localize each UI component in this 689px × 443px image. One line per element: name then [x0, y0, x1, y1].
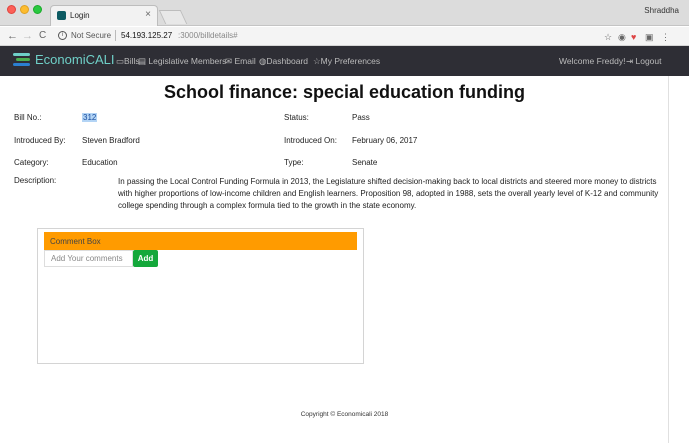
back-arrow-icon[interactable]: ← [7, 29, 18, 43]
comment-box-title: Comment Box [50, 237, 101, 246]
type-value: Senate [352, 158, 378, 167]
forward-arrow-icon[interactable]: → [22, 29, 33, 43]
type-label: Type: [284, 158, 304, 167]
url-host: 54.193.125.27 [121, 31, 173, 40]
page-title: School finance: special education fundin… [163, 82, 526, 102]
url-path: :3000/billdetails# [178, 31, 238, 40]
bills-icon: ▭ [116, 56, 125, 66]
browser-tab-login[interactable]: Login × [50, 5, 158, 26]
bill-no-label: Bill No.: [14, 113, 42, 122]
comment-panel: Comment Box Add [37, 228, 364, 364]
logout-label: Logout [635, 56, 662, 66]
description-text: In passing the Local Control Funding For… [118, 177, 659, 210]
not-secure-label: Not Secure [71, 31, 112, 40]
nav-legislative-members[interactable]: ▤ Legislative Members [138, 56, 226, 67]
category-value: Education [82, 158, 118, 167]
nav-email[interactable]: ✉ Email [225, 56, 256, 67]
introduced-by-value: Steven Bradford [82, 136, 140, 145]
comment-box-header: Comment Box [44, 232, 357, 250]
comment-input[interactable] [44, 250, 133, 267]
members-icon: ▤ [138, 56, 147, 66]
status-label: Status: [284, 113, 309, 122]
address-bar[interactable]: i Not Secure 54.193.125.27 :3000/billdet… [55, 29, 683, 44]
nav-dashboard-label: Dashboard [266, 56, 309, 66]
category-label: Category: [14, 158, 49, 167]
brand-name: EconomiCALI [35, 52, 115, 67]
nav-preferences-label: My Preferences [320, 56, 381, 66]
nav-members-label: Legislative Members [148, 56, 227, 66]
logout-icon: ⇥ [626, 56, 634, 66]
info-icon[interactable]: i [58, 31, 67, 40]
nav-bills[interactable]: ▭Bills [116, 56, 140, 67]
nav-email-label: Email [234, 56, 256, 66]
browser-titlebar: Login × Shraddha [0, 0, 689, 26]
status-value: Pass [352, 113, 370, 122]
tab-title: Login [70, 11, 90, 20]
welcome-message: Welcome Freddy! [559, 56, 626, 66]
browser-menu-icon[interactable]: ⋮ [661, 32, 670, 43]
maximize-window-button[interactable] [33, 5, 42, 14]
new-tab-button[interactable] [158, 10, 188, 24]
page-edge-divider [668, 76, 669, 443]
cast-icon[interactable]: ▣ [645, 32, 654, 43]
email-icon: ✉ [225, 56, 233, 66]
tab-close-icon[interactable]: × [145, 9, 151, 20]
description-label: Description: [14, 176, 57, 185]
browser-toolbar: ← → C i Not Secure 54.193.125.27 :3000/b… [0, 27, 689, 46]
footer-copyright: Copyright © Economicali 2018 [300, 411, 389, 418]
minimize-window-button[interactable] [20, 5, 29, 14]
introduced-on-label: Introduced On: [284, 136, 337, 145]
add-comment-button[interactable]: Add [133, 250, 158, 267]
close-window-button[interactable] [7, 5, 16, 14]
brand-logo-icon [13, 53, 30, 67]
extension-icon[interactable]: ♥ [631, 32, 636, 42]
preferences-star-icon: ☆ [313, 56, 321, 66]
bookmark-star-icon[interactable]: ☆ [604, 32, 612, 43]
profile-name[interactable]: Shraddha [644, 6, 679, 15]
introduced-by-label: Introduced By: [14, 136, 66, 145]
introduced-on-value: February 06, 2017 [352, 136, 418, 145]
app-navbar: EconomiCALI ▭Bills ▤ Legislative Members… [0, 46, 689, 76]
logout-link[interactable]: ⇥ Logout [626, 56, 662, 67]
nav-my-preferences[interactable]: ☆My Preferences [313, 56, 380, 67]
nav-dashboard[interactable]: ◍Dashboard [259, 56, 308, 67]
favicon-icon [57, 11, 66, 20]
reload-icon[interactable]: C [39, 29, 46, 43]
url-divider [115, 30, 116, 41]
bill-no-value: 312 [82, 113, 98, 122]
camera-icon[interactable]: ◉ [618, 32, 626, 43]
